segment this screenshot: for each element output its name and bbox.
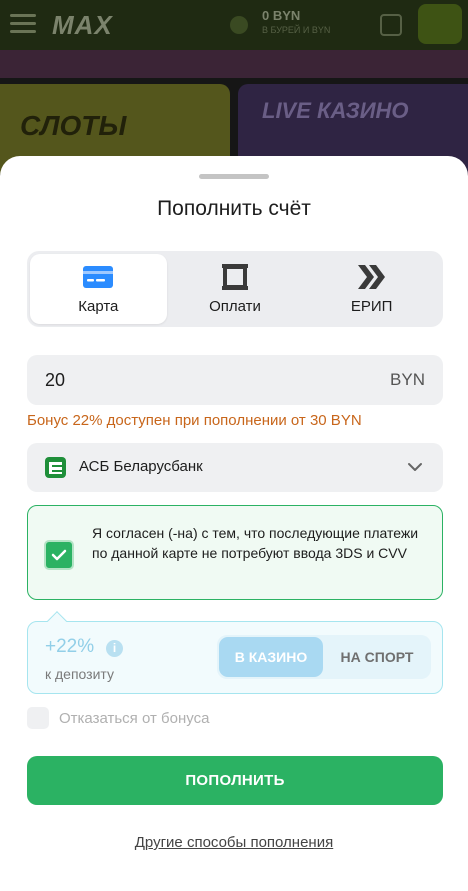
sheet-title: Пополнить счёт [157, 197, 311, 220]
bonus-casino-option[interactable]: В КАЗИНО [219, 637, 323, 677]
tab-oplati-label: Оплати [209, 297, 261, 315]
tab-card-label: Карта [78, 297, 119, 315]
oplati-icon [218, 263, 252, 290]
bonus-percent: +22% [45, 636, 95, 657]
payment-method-tabs: Карта Оплати ЕРИП [27, 251, 443, 327]
other-methods-link[interactable]: Другие способы пополнения [0, 834, 468, 851]
amount-currency: BYN [390, 370, 425, 389]
amount-field[interactable]: 20 BYN [27, 355, 443, 405]
balance-display[interactable]: 0 BYN В БУРЕЙ И BYN [262, 8, 330, 35]
erip-icon [355, 264, 389, 290]
chevron-down-icon [407, 459, 423, 475]
sheet-drag-handle[interactable] [199, 174, 269, 179]
bonus-panel-notch [47, 611, 67, 631]
consent-text: Я согласен (-на) с тем, что последующие … [92, 525, 419, 561]
deposit-submit-button[interactable]: ПОПОЛНИТЬ [27, 756, 443, 805]
category-slots-label: СЛОТЫ [20, 110, 127, 141]
tab-erip[interactable]: ЕРИП [303, 254, 440, 324]
decline-bonus[interactable]: Отказаться от бонуса [27, 707, 209, 729]
bank-name: АСБ Беларусбанк [79, 458, 203, 475]
checkmark-icon [51, 549, 67, 561]
info-icon[interactable]: i [106, 640, 123, 657]
bonus-subtitle: к депозиту [45, 666, 114, 682]
credit-card-icon [81, 264, 115, 290]
bonus-panel: +22% i к депозиту В КАЗИНО НА СПОРТ [27, 611, 443, 694]
amount-value[interactable]: 20 [45, 370, 65, 391]
balance-value: 0 BYN [262, 8, 301, 23]
decline-bonus-checkbox[interactable] [27, 707, 49, 729]
balance-subtitle: В БУРЕЙ И BYN [262, 25, 331, 35]
deposit-header-button[interactable] [418, 4, 462, 44]
app-header: MAX 0 BYN В БУРЕЙ И BYN [0, 0, 468, 50]
consent-box: Я согласен (-на) с тем, что последующие … [27, 505, 443, 600]
bonus-threshold-note: Бонус 22% доступен при пополнении от 30 … [27, 412, 362, 429]
bonus-sport-option[interactable]: НА СПОРТ [325, 637, 429, 677]
menu-icon[interactable] [10, 14, 36, 34]
tab-erip-label: ЕРИП [350, 297, 393, 315]
consent-checkbox[interactable] [44, 540, 74, 570]
bonus-target-toggle: В КАЗИНО НА СПОРТ [217, 635, 431, 679]
tab-oplati[interactable]: Оплати [167, 254, 304, 324]
deposit-sheet: Пополнить счёт Карта Оплати ЕРИП 20 BYN … [0, 156, 468, 891]
category-live-label: LIVE КАЗИНО [262, 98, 409, 123]
decline-bonus-label: Отказаться от бонуса [59, 709, 210, 727]
tab-card[interactable]: Карта [30, 254, 167, 324]
brand-logo: MAX [52, 10, 113, 40]
bank-select[interactable]: АСБ Беларусбанк [27, 443, 443, 492]
belarusbank-logo [45, 457, 66, 478]
gift-icon[interactable] [380, 14, 402, 36]
balance-icon [230, 16, 248, 34]
promo-strip [0, 50, 468, 78]
